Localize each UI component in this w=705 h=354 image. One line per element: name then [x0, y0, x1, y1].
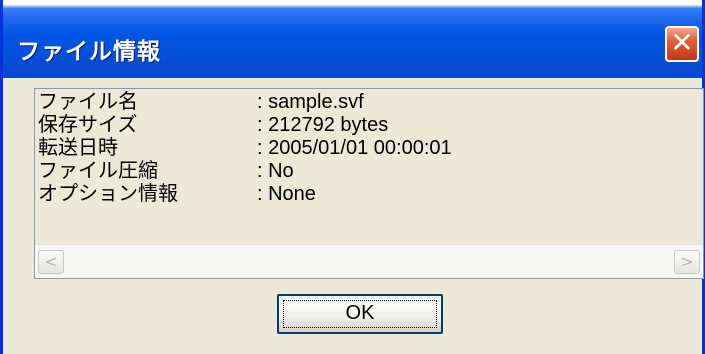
scroll-left-arrow-icon: < [44, 252, 58, 271]
close-icon: ✕ [670, 26, 694, 59]
scroll-left-button[interactable]: < [38, 250, 64, 274]
label-options: オプション情報 [38, 183, 178, 205]
label-datetime: 転送日時 [38, 137, 118, 159]
value-size: : 212792 bytes [257, 114, 389, 136]
scroll-right-arrow-icon: > [680, 252, 694, 271]
ok-button-label: OK [345, 302, 375, 324]
label-compression: ファイル圧縮 [38, 160, 158, 182]
file-info-dialog: ファイル情報 ✕ ファイル名 : sample.svf 保存サイズ : 2127… [0, 0, 705, 354]
value-datetime: : 2005/01/01 00:00:01 [257, 137, 452, 159]
label-filename: ファイル名 [38, 91, 138, 113]
window-title: ファイル情報 [17, 39, 161, 65]
label-size: 保存サイズ [38, 114, 138, 136]
title-bar[interactable]: ファイル情報 ✕ [0, 0, 705, 78]
window-border-left [0, 78, 3, 354]
value-compression: : No [257, 160, 294, 182]
value-options: : None [257, 183, 316, 205]
horizontal-scrollbar[interactable]: < > [35, 244, 703, 278]
value-filename: : sample.svf [257, 91, 364, 113]
scroll-right-button[interactable]: > [674, 250, 700, 274]
file-info-list: ファイル名 : sample.svf 保存サイズ : 212792 bytes … [34, 88, 704, 279]
close-button[interactable]: ✕ [665, 26, 699, 62]
ok-button[interactable]: OK [277, 294, 443, 334]
title-bar-edge [3, 0, 702, 8]
